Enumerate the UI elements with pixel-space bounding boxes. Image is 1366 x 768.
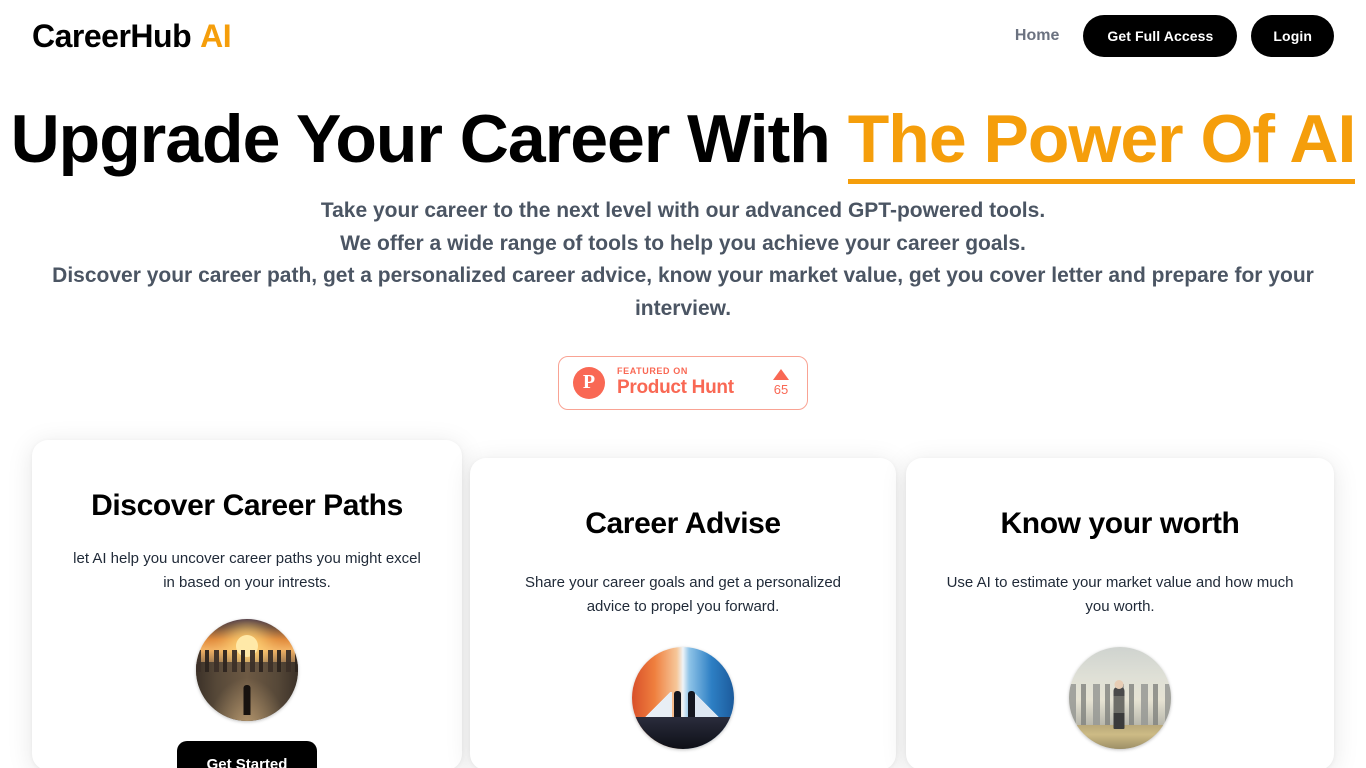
card-description: let AI help you uncover career paths you… bbox=[60, 547, 434, 596]
product-hunt-upvote[interactable]: 65 bbox=[773, 369, 793, 397]
product-hunt-text: FEATURED ON Product Hunt bbox=[617, 367, 761, 397]
product-hunt-featured-label: FEATURED ON bbox=[617, 367, 761, 376]
main-nav: Home Get Full Access Login bbox=[1005, 15, 1334, 57]
card-cta-button[interactable]: Get Started bbox=[177, 741, 318, 768]
feature-card-discover-career-paths[interactable]: Discover Career Paths let AI help you un… bbox=[32, 440, 462, 768]
product-hunt-icon: P bbox=[573, 367, 605, 399]
nav-link-home[interactable]: Home bbox=[1005, 21, 1069, 51]
feature-card-career-advise[interactable]: Career Advise Share your career goals an… bbox=[470, 458, 896, 768]
career-advise-image bbox=[632, 647, 734, 749]
mountain-shape bbox=[632, 692, 734, 719]
headline-plain: Upgrade Your Career With bbox=[11, 101, 830, 177]
page-title: Upgrade Your Career With The Power Of AI bbox=[0, 104, 1366, 175]
logo-accent-text: AI bbox=[200, 18, 231, 55]
product-hunt-name: Product Hunt bbox=[617, 378, 761, 398]
card-description: Use AI to estimate your market value and… bbox=[934, 571, 1306, 620]
product-hunt-upvote-count: 65 bbox=[773, 382, 789, 397]
city-skyline-shape bbox=[196, 650, 298, 672]
feature-card-know-your-worth[interactable]: Know your worth Use AI to estimate your … bbox=[906, 458, 1334, 768]
hero-subtext-line-3: Discover your career path, get a persona… bbox=[12, 260, 1354, 325]
card-title: Know your worth bbox=[934, 506, 1306, 543]
card-title: Career Advise bbox=[498, 506, 868, 543]
person-silhouette-shape bbox=[688, 691, 695, 717]
platform-shape bbox=[632, 717, 734, 750]
product-hunt-badge[interactable]: P FEATURED ON Product Hunt 65 bbox=[558, 356, 808, 410]
person-silhouette-shape bbox=[674, 691, 681, 717]
logo[interactable]: CareerHubAI bbox=[32, 18, 231, 55]
product-hunt-badge-wrapper: P FEATURED ON Product Hunt 65 bbox=[0, 356, 1366, 410]
card-description: Share your career goals and get a person… bbox=[498, 571, 868, 620]
know-your-worth-image bbox=[1069, 647, 1171, 749]
person-silhouette-shape bbox=[244, 685, 251, 715]
hero-subtext-line-1: Take your career to the next level with … bbox=[12, 195, 1354, 228]
career-paths-image bbox=[196, 619, 298, 721]
businessman-silhouette-shape bbox=[1113, 687, 1124, 729]
hero-subtext: Take your career to the next level with … bbox=[0, 195, 1366, 325]
hero-section: Upgrade Your Career With The Power Of AI… bbox=[0, 72, 1366, 410]
businessman-head-shape bbox=[1114, 680, 1123, 689]
get-full-access-button[interactable]: Get Full Access bbox=[1083, 15, 1237, 57]
site-header: CareerHubAI Home Get Full Access Login bbox=[0, 0, 1366, 72]
upvote-triangle-icon bbox=[773, 369, 789, 380]
logo-main-text: CareerHub bbox=[32, 18, 191, 55]
card-title: Discover Career Paths bbox=[60, 488, 434, 525]
login-button[interactable]: Login bbox=[1251, 15, 1334, 57]
feature-cards: Discover Career Paths let AI help you un… bbox=[0, 440, 1366, 768]
hero-subtext-line-2: We offer a wide range of tools to help y… bbox=[12, 228, 1354, 261]
headline-highlight: The Power Of AI bbox=[848, 101, 1356, 184]
